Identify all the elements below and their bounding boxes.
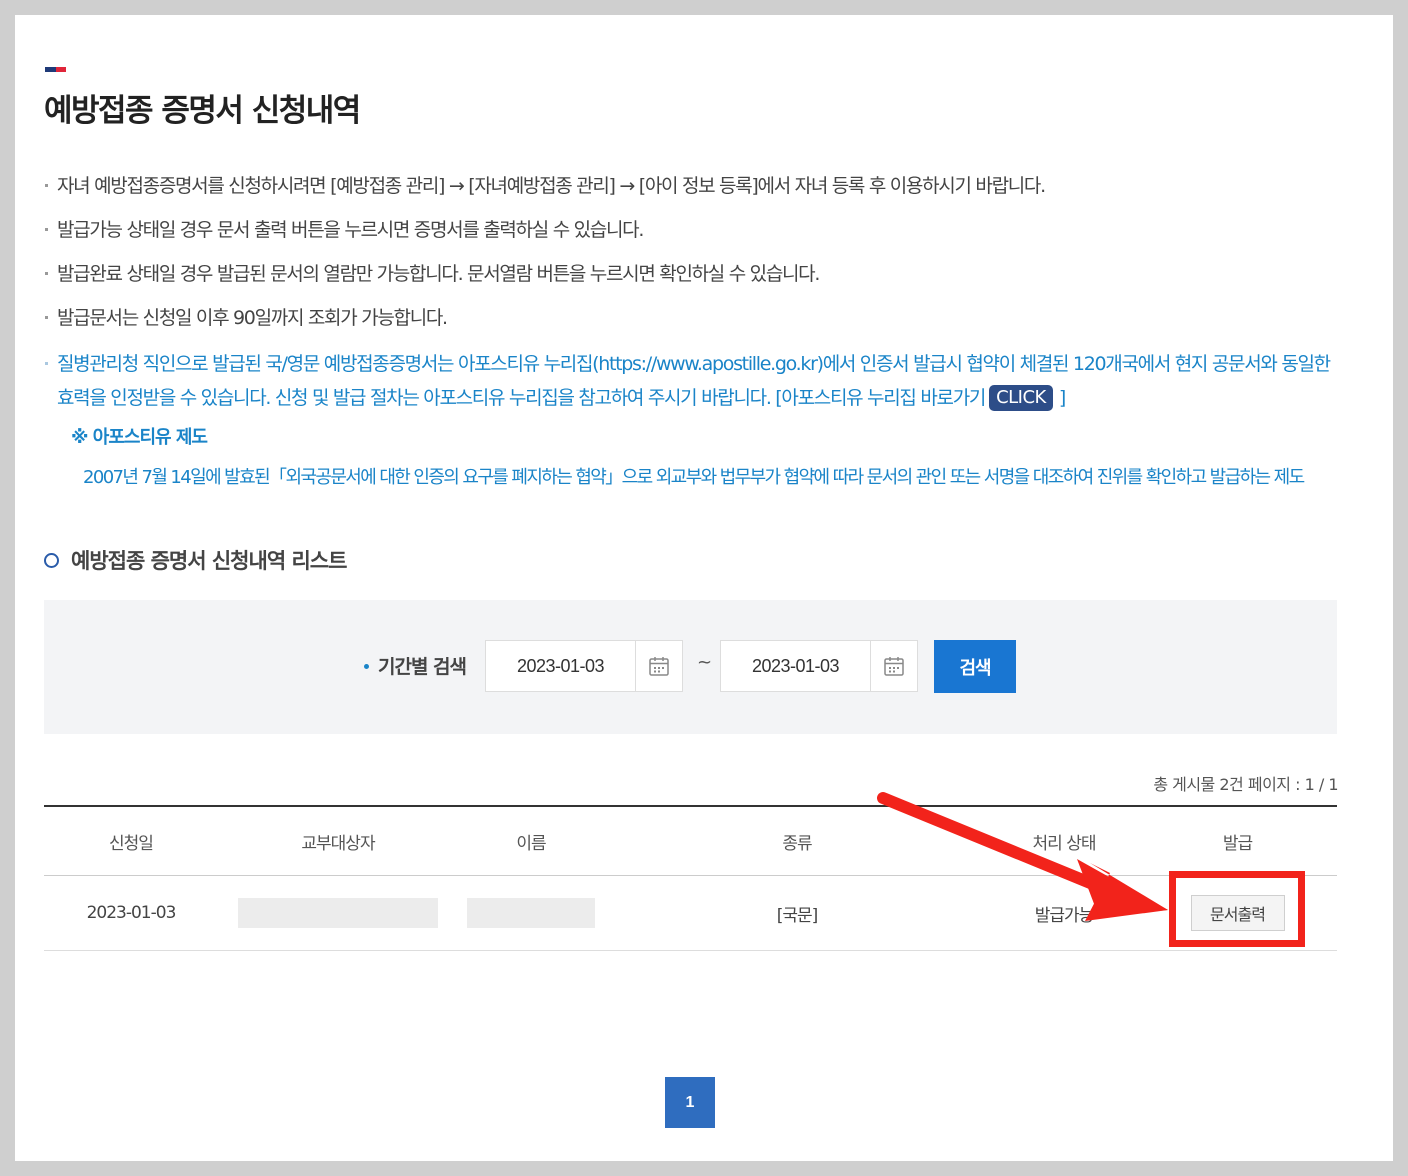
calendar-icon[interactable] xyxy=(870,641,917,691)
end-date-field xyxy=(720,640,918,692)
header-name: 이름 xyxy=(458,805,604,876)
cell-recipient xyxy=(218,875,458,951)
application-table: 신청일 교부대상자 이름 종류 처리 상태 발급 2023-01-03 [국문]… xyxy=(44,805,1337,951)
cell-type: [국문] xyxy=(604,875,990,951)
note-item: 발급문서는 신청일 이후 90일까지 조회가 가능합니다. xyxy=(44,303,448,333)
date-range-separator: ~ xyxy=(697,652,713,673)
start-date-field xyxy=(485,640,683,692)
cell-name xyxy=(458,875,604,951)
search-panel: 기간별 검색 ~ xyxy=(44,600,1337,734)
apostille-close-bracket: ] xyxy=(1058,387,1066,409)
table-header-row: 신청일 교부대상자 이름 종류 처리 상태 발급 xyxy=(44,805,1337,876)
apostille-note: 질병관리청 직인으로 발급된 국/영문 예방접종증명서는 아포스티유 누리집(h… xyxy=(44,347,1347,415)
header-status: 처리 상태 xyxy=(990,805,1138,876)
list-heading-text: 예방접종 증명서 신청내역 리스트 xyxy=(71,549,347,573)
apostille-note-text: 질병관리청 직인으로 발급된 국/영문 예방접종증명서는 아포스티유 누리집(h… xyxy=(57,353,1331,409)
cell-status: 발급가능 xyxy=(990,875,1138,951)
bullet-dot-icon xyxy=(364,664,369,669)
circle-bullet-icon xyxy=(44,552,59,568)
result-summary: 총 게시물 2건 페이지 : 1 / 1 xyxy=(1153,775,1338,794)
header-issue: 발급 xyxy=(1138,805,1337,876)
period-search-label-text: 기간별 검색 xyxy=(378,656,467,678)
cell-action: 문서출력 xyxy=(1138,875,1337,951)
redacted-recipient xyxy=(238,898,438,928)
page-title: 예방접종 증명서 신청내역 xyxy=(44,93,361,129)
page-number-1[interactable]: 1 xyxy=(665,1077,715,1128)
calendar-icon[interactable] xyxy=(635,641,682,691)
title-flag-marker xyxy=(45,67,66,72)
page-container: 예방접종 증명서 신청내역 자녀 예방접종증명서를 신청하시려면 [예방접종 관… xyxy=(15,15,1393,1161)
header-type: 종류 xyxy=(604,805,990,876)
cell-date: 2023-01-03 xyxy=(44,875,218,951)
start-date-input[interactable] xyxy=(486,641,635,691)
table-row: 2023-01-03 [국문] 발급가능 문서출력 xyxy=(44,875,1337,951)
period-search-label: 기간별 검색 xyxy=(364,652,467,679)
note-item: 발급가능 상태일 경우 문서 출력 버튼을 누르시면 증명서를 출력하실 수 있… xyxy=(44,215,644,245)
apostille-heading: ※ 아포스티유 제도 xyxy=(71,427,208,448)
end-date-input[interactable] xyxy=(721,641,870,691)
search-button[interactable]: 검색 xyxy=(934,640,1016,693)
apostille-click-button[interactable]: CLICK xyxy=(989,385,1053,411)
note-item: 발급완료 상태일 경우 발급된 문서의 열람만 가능합니다. 문서열람 버튼을 … xyxy=(44,259,820,289)
header-recipient: 교부대상자 xyxy=(218,805,458,876)
note-item: 자녀 예방접종증명서를 신청하시려면 [예방접종 관리] → [자녀예방접종 관… xyxy=(44,171,1046,201)
header-date: 신청일 xyxy=(44,805,218,876)
apostille-description: 2007년 7월 14일에 발효된「외국공문서에 대한 인증의 요구를 폐지하는… xyxy=(83,467,1305,488)
print-document-button[interactable]: 문서출력 xyxy=(1190,895,1285,931)
redacted-name xyxy=(467,898,595,928)
list-heading: 예방접종 증명서 신청내역 리스트 xyxy=(44,545,347,575)
